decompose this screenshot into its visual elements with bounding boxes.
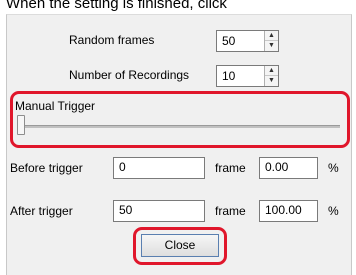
random-frames-label: Random frames xyxy=(69,33,155,47)
random-frames-spin-buttons: ▲ ▼ xyxy=(264,31,278,51)
instruction-caption: When the setting is finished, click xyxy=(6,0,227,12)
close-button[interactable]: Close xyxy=(141,234,219,257)
random-frames-spinbox[interactable]: 50 ▲ ▼ xyxy=(216,30,279,52)
before-trigger-frames-input[interactable]: 0 xyxy=(113,157,205,179)
before-trigger-percent-input[interactable]: 0.00 xyxy=(259,157,318,179)
spin-down-icon[interactable]: ▼ xyxy=(265,76,278,86)
num-recordings-spinbox[interactable]: 10 ▲ ▼ xyxy=(216,65,279,87)
before-trigger-unit: frame xyxy=(215,161,246,175)
num-recordings-label: Number of Recordings xyxy=(69,68,190,82)
after-trigger-percent-sign: % xyxy=(328,204,339,218)
after-trigger-frames-input[interactable]: 50 xyxy=(113,200,205,222)
manual-trigger-slider-track[interactable] xyxy=(22,125,340,128)
spin-up-icon[interactable]: ▲ xyxy=(265,31,278,41)
spin-up-icon[interactable]: ▲ xyxy=(265,66,278,76)
spin-down-icon[interactable]: ▼ xyxy=(265,41,278,51)
before-trigger-label: Before trigger xyxy=(10,161,83,175)
after-trigger-unit: frame xyxy=(215,204,246,218)
after-trigger-label: After trigger xyxy=(10,204,73,218)
num-recordings-value[interactable]: 10 xyxy=(222,68,235,84)
num-recordings-spin-buttons: ▲ ▼ xyxy=(264,66,278,86)
before-trigger-percent-sign: % xyxy=(328,161,339,175)
manual-trigger-label: Manual Trigger xyxy=(15,99,96,113)
after-trigger-percent-input[interactable]: 100.00 xyxy=(259,200,318,222)
manual-trigger-slider-thumb[interactable] xyxy=(17,115,25,135)
random-frames-value[interactable]: 50 xyxy=(222,33,235,49)
